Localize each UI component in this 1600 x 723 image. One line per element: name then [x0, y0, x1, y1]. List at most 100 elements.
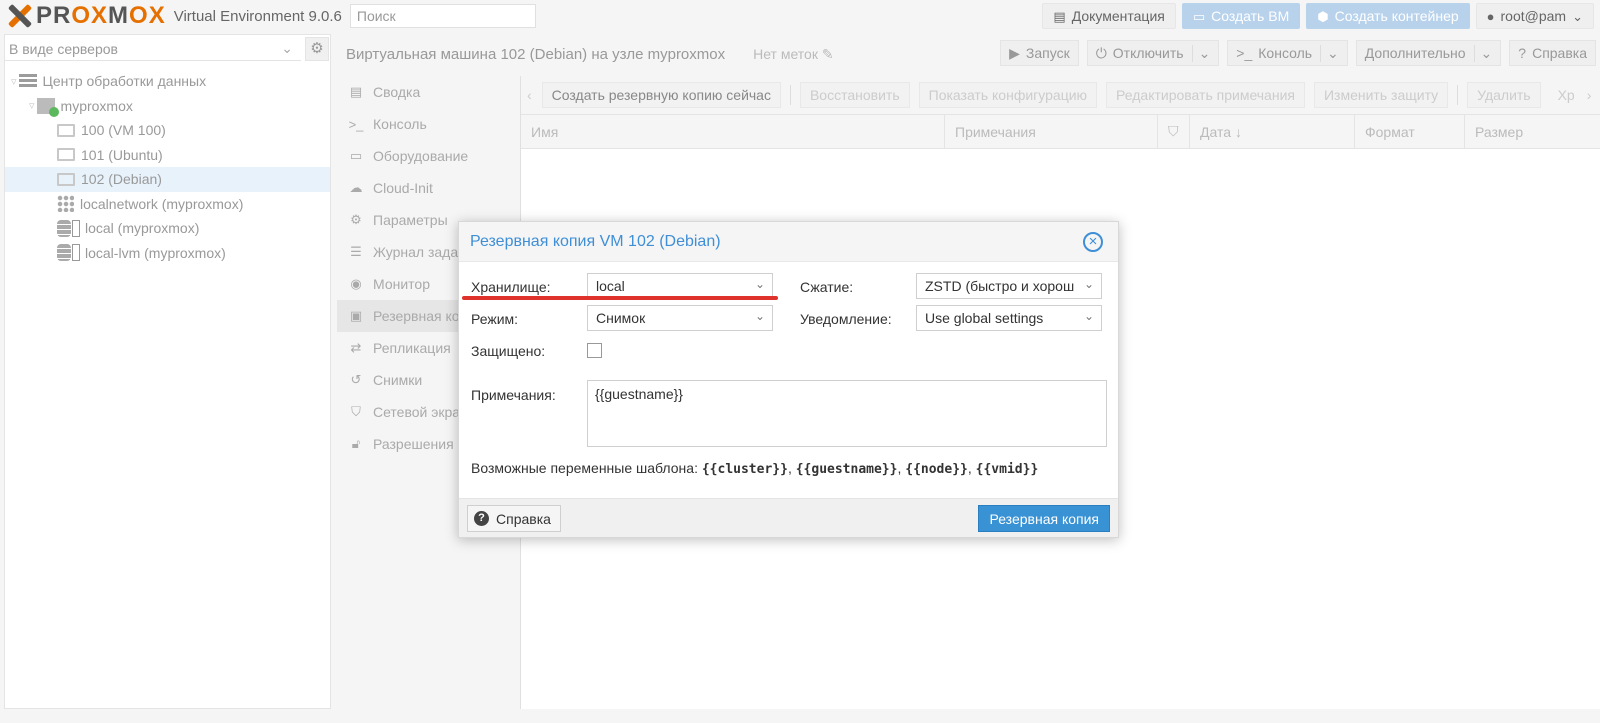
documentation-button[interactable]: ▤ Документация: [1042, 3, 1176, 29]
tree-item-vm-selected[interactable]: 102 (Debian): [5, 167, 330, 192]
eye-icon: ◉: [350, 276, 362, 291]
column-name[interactable]: Имя: [521, 115, 945, 148]
template-var: {{guestname}}: [795, 462, 898, 477]
network-icon: [57, 195, 74, 213]
terminal-icon: >_: [1236, 45, 1253, 61]
search-input[interactable]: Поиск: [349, 4, 536, 28]
version-label: Virtual Environment 9.0.6: [173, 7, 342, 25]
sort-down-icon: ↓: [1235, 123, 1243, 140]
proxmox-x-icon: [4, 1, 34, 31]
node-online-icon: [36, 97, 59, 117]
backup-submit-button[interactable]: Резервная копия: [978, 505, 1110, 532]
submenu-item-hardware[interactable]: ▭ Оборудование: [337, 140, 519, 172]
delete-button[interactable]: Удалить: [1467, 82, 1541, 108]
view-selector[interactable]: В виде серверов ⌄: [5, 35, 301, 61]
template-variables-hint: Возможные переменные шаблона: {{cluster}…: [471, 460, 1039, 477]
backup-dialog: Резервная копия VM 102 (Debian) × Хранил…: [458, 221, 1119, 538]
create-vm-button[interactable]: ▭ Создать ВМ: [1181, 3, 1301, 29]
proxmox-logo: PROXMOX: [0, 0, 166, 32]
restore-button[interactable]: Восстановить: [799, 82, 910, 108]
datacenter-icon: [18, 74, 37, 89]
expand-arrow-icon[interactable]: ▿: [29, 99, 35, 112]
tree-item-storage[interactable]: local-lvm (myproxmox): [5, 241, 330, 266]
edit-notes-button[interactable]: Редактировать примечания: [1106, 82, 1305, 108]
column-size[interactable]: Размер: [1465, 115, 1599, 148]
show-config-button[interactable]: Показать конфигурацию: [918, 82, 1098, 108]
power-icon: ⏻: [1095, 44, 1107, 61]
notes-textarea[interactable]: {{guestname}}: [587, 380, 1107, 447]
help-button[interactable]: ? Справка: [1509, 40, 1596, 66]
tree-item-vm[interactable]: 100 (VM 100): [5, 118, 330, 143]
shield-icon: ⛉: [351, 404, 361, 419]
console-button[interactable]: >_ Консоль ⌄: [1227, 40, 1348, 66]
backup-now-button[interactable]: Создать резервную копию сейчас: [541, 82, 781, 108]
chevron-right-icon[interactable]: ›: [1587, 87, 1592, 103]
dialog-header: Резервная копия VM 102 (Debian) ×: [459, 222, 1118, 262]
tree-item-storage[interactable]: local (myproxmox): [5, 216, 330, 241]
notes-label: Примечания:: [471, 387, 556, 403]
resource-tree-panel: В виде серверов ⌄ ⚙ ▿ Центр обработки дан…: [4, 34, 331, 709]
column-protected[interactable]: ⛉: [1158, 115, 1190, 148]
chevron-down-icon[interactable]: ⌄: [1473, 44, 1492, 62]
tree-item-network[interactable]: localnetwork (myproxmox): [5, 192, 330, 217]
dialog-help-button[interactable]: ? Справка: [467, 505, 561, 532]
storage-icon: [57, 219, 71, 237]
close-icon[interactable]: ×: [1083, 232, 1103, 252]
chevron-left-icon[interactable]: ‹: [527, 87, 532, 103]
submenu-item-console[interactable]: >_ Консоль: [337, 108, 519, 140]
tree-item-vm[interactable]: 101 (Ubuntu): [5, 143, 330, 168]
top-bar: PROXMOX Virtual Environment 9.0.6 Поиск …: [0, 0, 1600, 32]
mode-select[interactable]: Снимок ⌄: [587, 305, 773, 331]
list-icon: ☰: [350, 244, 362, 259]
vm-icon: [57, 123, 75, 137]
chevron-down-icon[interactable]: ⌄: [1320, 44, 1339, 62]
chevron-down-icon[interactable]: ⌄: [1191, 44, 1210, 62]
protected-checkbox[interactable]: [587, 343, 602, 358]
template-var: {{vmid}}: [975, 462, 1039, 477]
change-protection-button[interactable]: Изменить защиту: [1313, 82, 1449, 108]
template-var: {{node}}: [905, 462, 968, 477]
notification-select[interactable]: Use global settings ⌄: [916, 305, 1102, 331]
tree-item-node[interactable]: ▿ myproxmox: [5, 94, 330, 119]
terminal-icon: >_: [348, 116, 364, 132]
expand-arrow-icon[interactable]: ▿: [11, 75, 17, 88]
shutdown-button[interactable]: ⏻ Отключить ⌄: [1086, 40, 1220, 66]
storage-selector-label: Хр: [1557, 87, 1575, 103]
annotation-underline: [462, 296, 778, 300]
more-button[interactable]: Дополнительно ⌄: [1355, 40, 1502, 66]
chevron-down-icon: ⌄: [754, 309, 765, 323]
column-date[interactable]: Дата ↓: [1190, 115, 1355, 148]
book-icon: ▤: [1053, 8, 1066, 24]
submenu-item-cloudinit[interactable]: ☁ Cloud-Init: [337, 172, 519, 204]
vm-icon: [57, 148, 75, 162]
content-header: Виртуальная машина 102 (Debian) на узле …: [337, 34, 1600, 74]
vm-icon: [57, 172, 75, 186]
user-menu-button[interactable]: ● root@pam ⌄: [1475, 3, 1594, 29]
start-button[interactable]: ▶ Запуск: [1000, 40, 1079, 66]
create-container-button[interactable]: ⬢ Создать контейнер: [1306, 3, 1470, 29]
gear-icon[interactable]: ⚙: [305, 37, 329, 61]
shield-icon: ⛉: [1168, 123, 1179, 139]
template-var: {{cluster}}: [701, 462, 788, 477]
toolbar-separator: [789, 85, 791, 105]
grid-header: Имя Примечания ⛉ Дата ↓ Формат Размер: [521, 115, 1600, 149]
toolbar-separator: [1457, 85, 1459, 105]
chevron-down-icon: ⌄: [1083, 277, 1094, 291]
page-title: Виртуальная машина 102 (Debian) на узле …: [346, 45, 726, 63]
desktop-icon: ▭: [349, 148, 363, 163]
chevron-down-icon: ⌄: [1083, 309, 1094, 323]
column-format[interactable]: Формат: [1355, 115, 1465, 148]
submenu-item-summary[interactable]: ▤ Сводка: [337, 76, 519, 108]
floppy-icon: ▣: [349, 308, 363, 323]
compression-select[interactable]: ZSTD (быстро и хорош ⌄: [916, 273, 1102, 299]
chevron-down-icon: ⌄: [754, 277, 765, 291]
column-notes[interactable]: Примечания: [945, 115, 1158, 148]
gear-icon: ⚙: [350, 212, 362, 227]
tags-editor[interactable]: Нет меток ✎: [753, 46, 833, 63]
pencil-icon: ✎: [821, 45, 834, 62]
tree-item-datacenter[interactable]: ▿ Центр обработки данных: [5, 69, 330, 94]
question-icon: ?: [474, 511, 489, 526]
storage-icon: [57, 244, 71, 262]
unlock-icon: 🔓︎: [351, 436, 361, 451]
cube-icon: ⬢: [1317, 8, 1329, 24]
